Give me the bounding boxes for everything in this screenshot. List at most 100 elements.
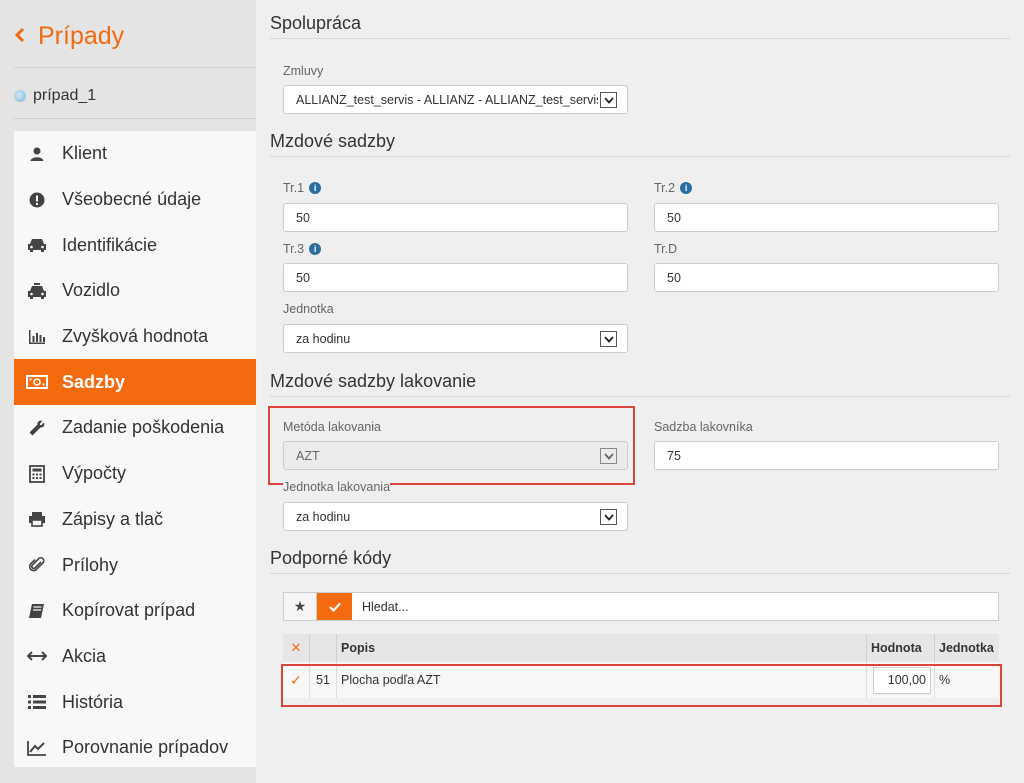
sidebar-item-label: Výpočty — [62, 463, 127, 484]
info-icon[interactable]: i — [309, 243, 322, 255]
paint-unit-select[interactable]: za hodinu — [283, 502, 628, 531]
painter-rate-input-value: 75 — [667, 448, 681, 463]
sidebar-item-prilohy[interactable]: Prílohy — [14, 542, 256, 588]
sidebar-item-label: Zápisy a tlač — [62, 508, 164, 529]
sidebar-item-identifikacie[interactable]: Identifikácie — [14, 222, 256, 268]
painter-rate-input[interactable]: 75 — [654, 441, 999, 470]
sidebar-item-label: Zadanie poškodenia — [62, 417, 225, 438]
chevron-down-icon — [600, 331, 617, 347]
sidebar-item-label: Zvyšková hodnota — [62, 326, 209, 347]
search-input[interactable]: Hledat... — [352, 593, 998, 620]
user-icon — [24, 144, 50, 164]
contracts-select[interactable]: ALLIANZ_test_servis - ALLIANZ - ALLIANZ_… — [283, 85, 628, 114]
tr1-label-text: Tr.1 — [283, 181, 305, 195]
info-icon[interactable]: i — [309, 182, 322, 194]
main-content: Spolupráca Zmluvy ALLIANZ_test_servis - … — [256, 0, 1024, 783]
case-name: prípad_1 — [14, 82, 96, 110]
sidebar-item-porovnanie-pripadov[interactable]: Porovnanie prípadov — [14, 725, 256, 771]
sidebar-item-vypocty[interactable]: Výpočty — [14, 451, 256, 497]
tr1-input[interactable]: 50 — [283, 203, 628, 232]
section-title-support-codes: Podporné kódy — [270, 548, 392, 568]
column-header-value: Hodnota — [867, 634, 935, 662]
divider — [14, 118, 256, 119]
print-icon — [24, 509, 50, 529]
case-name-label: prípad_1 — [33, 87, 97, 104]
tr3-input[interactable]: 50 — [283, 263, 628, 292]
car-icon — [24, 235, 50, 255]
sidebar: Prípady prípad_1 Klient Všeobecné údaje … — [0, 0, 256, 783]
list-icon — [24, 692, 50, 712]
taxi-icon — [24, 281, 50, 301]
calculator-icon — [24, 464, 50, 484]
section-title-cooperation: Spolupráca — [270, 13, 362, 33]
unit-select[interactable]: za hodinu — [283, 324, 628, 353]
table-header: ✕ Popis Hodnota Jednotka — [283, 634, 999, 662]
paint-unit-select-value: za hodinu — [296, 509, 351, 524]
sidebar-item-zadanie-poskodenia[interactable]: Zadanie poškodenia — [14, 405, 256, 451]
divider — [270, 573, 1010, 574]
arrows-horizontal-icon — [24, 646, 50, 666]
exclamation-icon — [24, 190, 50, 210]
money-icon — [24, 372, 50, 392]
info-icon[interactable]: i — [680, 182, 693, 194]
sidebar-item-historia[interactable]: História — [14, 679, 256, 725]
tr3-input-value: 50 — [296, 270, 310, 285]
tr1-label: Tr.1 i — [283, 181, 322, 195]
case-status-icon — [14, 90, 26, 102]
column-header-unit: Jednotka — [935, 634, 999, 662]
sidebar-item-klient[interactable]: Klient — [14, 131, 256, 177]
remove-all-icon[interactable]: ✕ — [283, 634, 310, 662]
chevron-down-icon — [600, 92, 617, 108]
divider — [270, 396, 1010, 397]
column-header-code — [310, 634, 337, 662]
sidebar-item-vseobecne-udaje[interactable]: Všeobecné údaje — [14, 177, 256, 223]
paint-method-highlight — [268, 406, 635, 485]
tr2-input[interactable]: 50 — [654, 203, 999, 232]
line-chart-icon — [24, 738, 50, 758]
sidebar-item-label: Porovnanie prípadov — [62, 737, 229, 758]
sidebar-item-zapisy-a-tlac[interactable]: Zápisy a tlač — [14, 497, 256, 543]
sidebar-item-label: Všeobecné údaje — [62, 189, 202, 210]
painter-rate-label: Sadzba lakovníka — [654, 420, 753, 434]
support-code-row-highlight — [281, 664, 1002, 707]
check-icon — [328, 602, 341, 612]
wrench-icon — [24, 418, 50, 438]
divider — [14, 67, 256, 68]
paperclip-icon — [24, 555, 50, 575]
section-title-paint-rates: Mzdové sadzby lakovanie — [270, 371, 477, 391]
sidebar-item-label: História — [62, 691, 124, 712]
tr2-label: Tr.2 i — [654, 181, 693, 195]
trd-input-value: 50 — [667, 270, 681, 285]
tr3-label-text: Tr.3 — [283, 242, 305, 256]
sidebar-item-kopirovat-pripad[interactable]: Kopírovat prípad — [14, 588, 256, 634]
sidebar-item-label: Klient — [62, 143, 108, 164]
sidebar-nav: Klient Všeobecné údaje Identifikácie Voz… — [14, 131, 256, 767]
sidebar-item-label: Vozidlo — [62, 280, 121, 301]
chevron-down-icon — [600, 509, 617, 525]
contracts-select-value: ALLIANZ_test_servis - ALLIANZ - ALLIANZ_… — [296, 92, 598, 107]
sidebar-item-akcia[interactable]: Akcia — [14, 634, 256, 680]
sidebar-item-label: Identifikácie — [62, 234, 158, 255]
sidebar-item-vozidlo[interactable]: Vozidlo — [14, 268, 256, 314]
unit-label: Jednotka — [283, 302, 334, 316]
back-to-cases-link[interactable]: Prípady — [14, 18, 124, 54]
tr2-label-text: Tr.2 — [654, 181, 676, 195]
section-title-wage-rates: Mzdové sadzby — [270, 131, 396, 151]
trd-input[interactable]: 50 — [654, 263, 999, 292]
selected-filter-button[interactable] — [317, 593, 352, 620]
bar-chart-icon — [24, 327, 50, 347]
paint-unit-label: Jednotka lakovania — [283, 480, 391, 494]
trd-label: Tr.D — [654, 242, 678, 256]
sidebar-item-label: Prílohy — [62, 554, 119, 575]
favorites-button[interactable]: ★ — [284, 593, 317, 620]
tr1-input-value: 50 — [296, 210, 310, 225]
sidebar-item-sadzby[interactable]: Sadzby — [14, 359, 256, 406]
sidebar-item-zvyskova-hodnota[interactable]: Zvyšková hodnota — [14, 314, 256, 360]
chevron-left-icon — [14, 23, 30, 49]
column-header-description: Popis — [337, 634, 867, 662]
divider — [270, 156, 1010, 157]
support-codes-search-bar: ★ Hledat... — [283, 592, 999, 621]
book-icon — [24, 601, 50, 621]
contracts-label: Zmluvy — [283, 64, 324, 78]
back-label: Prípady — [38, 21, 125, 50]
